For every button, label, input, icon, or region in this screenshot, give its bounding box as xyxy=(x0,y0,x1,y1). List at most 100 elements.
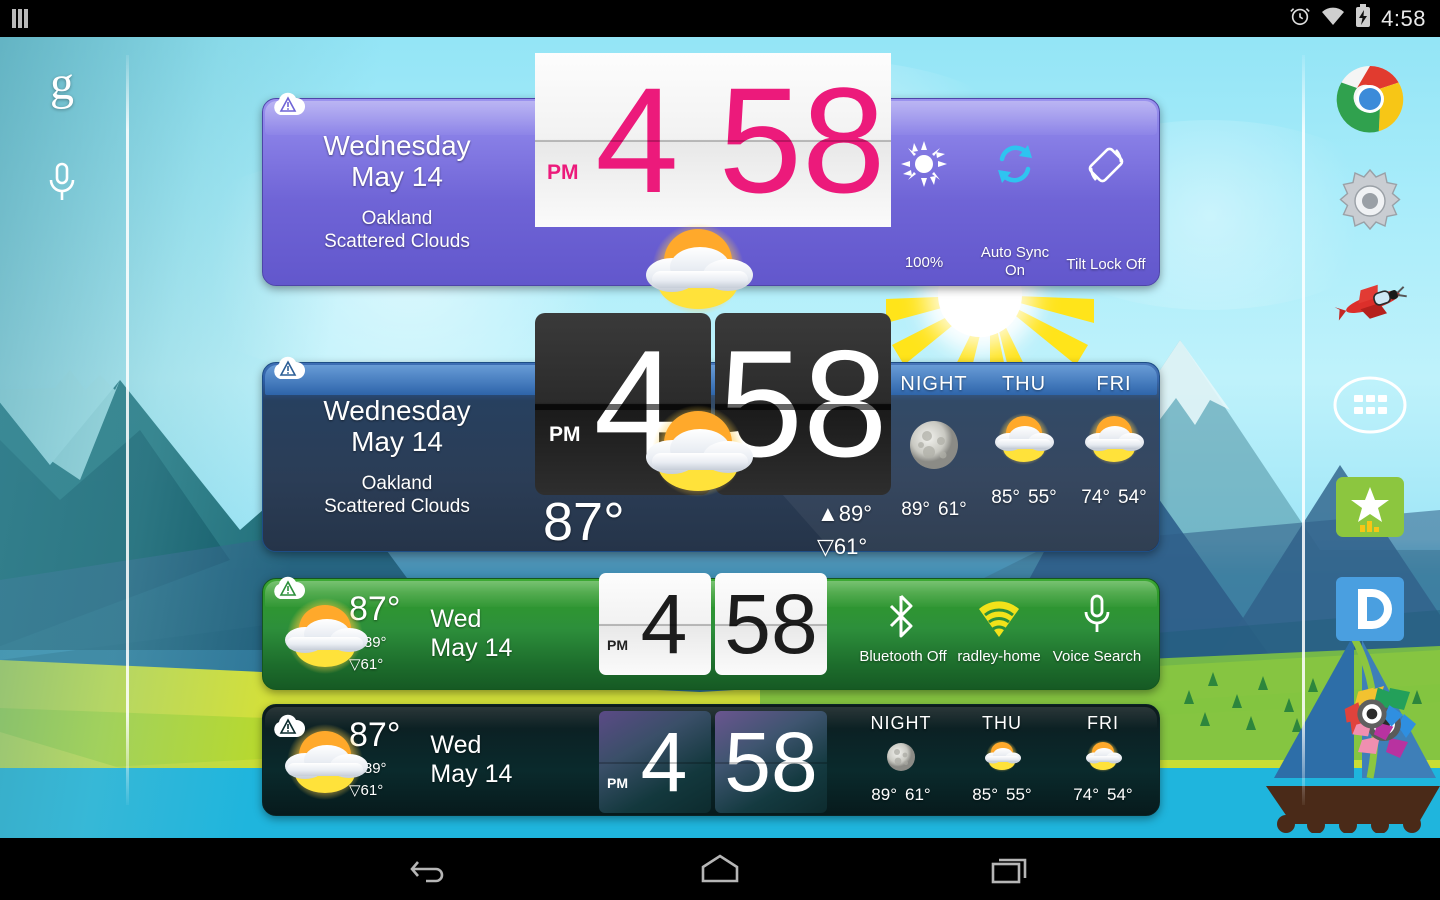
bluetooth-toggle[interactable]: Bluetooth Off xyxy=(855,593,951,665)
sun-behind-cloud-icon xyxy=(1079,736,1127,781)
voice-search-label: Voice Search xyxy=(1052,648,1142,665)
wifi-toggle[interactable]: radley-home xyxy=(951,593,1047,665)
meridiem-label: PM xyxy=(607,637,628,653)
flip-clock-white-small[interactable]: PM 4 58 xyxy=(599,573,827,675)
page-divider-right xyxy=(1302,55,1305,805)
widget2-current-temp: 87° xyxy=(543,492,625,552)
widget2-forecast[interactable]: NIGHT 89° 61° THU 85° 55° FRI 74° 54° xyxy=(889,373,1159,521)
voice-search-button[interactable]: Voice Search xyxy=(1047,593,1147,665)
sun-behind-cloud-icon xyxy=(1073,406,1155,477)
forecast-temps: 74° 54° xyxy=(1077,487,1150,509)
battery-charging-icon xyxy=(1355,4,1371,33)
forecast-day-label: THU xyxy=(982,713,1022,733)
forecast-high: 85° xyxy=(972,785,998,804)
recents-icon[interactable] xyxy=(980,847,1040,891)
forecast-temps: 85° 55° xyxy=(987,487,1060,509)
forecast-high: 74° xyxy=(1081,487,1110,508)
flip-minute: 58 xyxy=(724,577,818,671)
flip-hour-card[interactable]: PM 4 xyxy=(599,573,711,675)
forecast-day-label: FRI xyxy=(1096,373,1132,395)
wifi-ssid-label: radley-home xyxy=(957,648,1041,665)
sun-behind-cloud-icon xyxy=(983,406,1065,477)
star-chart-icon[interactable] xyxy=(1333,470,1407,544)
tilt-lock-toggle[interactable]: Tilt Lock Off xyxy=(1061,141,1151,280)
flip-clock-purple-small[interactable]: PM 4 58 xyxy=(599,711,827,813)
forecast-day-label: FRI xyxy=(1087,713,1119,733)
status-bar-clock: 4:58 xyxy=(1381,5,1426,31)
weather-widget-green[interactable]: 87° ▲89° ▽61° Wed May 14 Bluet xyxy=(262,573,1160,690)
forecast-low: 54° xyxy=(1107,785,1133,804)
weather-day-short: Wed xyxy=(430,604,482,633)
sun-behind-cloud-icon xyxy=(265,715,385,814)
weather-high: 89° xyxy=(838,501,873,526)
left-search-dock: g xyxy=(36,60,88,211)
weather-date: May 14 xyxy=(351,161,443,193)
brightness-toggle[interactable]: 100% xyxy=(879,141,969,280)
forecast-high: 89° xyxy=(901,499,930,520)
wifi-signal-icon xyxy=(976,593,1022,644)
app-drawer-icon[interactable] xyxy=(1333,368,1407,442)
forecast-item-fri[interactable]: FRI 74° 54° xyxy=(1057,713,1149,805)
weather-day-short: Wed xyxy=(430,730,482,759)
high-arrow-icon: ▲ xyxy=(817,501,839,526)
forecast-temps: 89° 61° xyxy=(867,785,934,805)
forecast-item-fri[interactable]: FRI 74° 54° xyxy=(1069,373,1159,521)
color-ring-icon[interactable] xyxy=(1333,674,1407,748)
letter-d-icon[interactable] xyxy=(1333,572,1407,646)
flip-hour: 4 xyxy=(640,715,688,809)
forecast-low: 54° xyxy=(1118,487,1147,508)
status-bar[interactable]: 4:58 xyxy=(0,0,1440,37)
widget3-connectivity-row[interactable]: Bluetooth Off radley-home Voice Search xyxy=(855,593,1147,665)
forecast-high: 74° xyxy=(1073,785,1099,804)
navigation-bar[interactable] xyxy=(0,838,1440,900)
widget2-high-low: ▲89° ▽61° xyxy=(817,497,872,563)
widget1-toggle-row[interactable]: 100% Auto Sync On Tilt Lock Off xyxy=(879,141,1151,280)
warning-badge-icon[interactable] xyxy=(271,355,306,381)
alarm-icon xyxy=(1289,5,1311,32)
back-icon[interactable] xyxy=(400,847,460,891)
forecast-item-thu[interactable]: THU 85° 55° xyxy=(979,373,1069,521)
auto-sync-label-line2: On xyxy=(1004,262,1025,279)
weather-condition: Scattered Clouds xyxy=(324,231,470,253)
forecast-high: 89° xyxy=(871,785,897,804)
auto-sync-toggle[interactable]: Auto Sync On xyxy=(969,141,1061,280)
forecast-item-night[interactable]: NIGHT 89° 61° xyxy=(855,713,947,805)
low-arrow-icon: ▽ xyxy=(817,534,834,559)
auto-sync-label-line1: Auto Sync xyxy=(980,244,1050,261)
system-status-icons[interactable]: 4:58 xyxy=(1289,4,1440,33)
flip-hour-card[interactable]: PM 4 xyxy=(599,711,711,813)
forecast-item-thu[interactable]: THU 85° 55° xyxy=(956,713,1048,805)
google-search-icon[interactable]: g xyxy=(50,60,74,108)
home-icon[interactable] xyxy=(690,847,750,891)
forecast-day-label: THU xyxy=(1001,373,1047,395)
flip-minute-card[interactable]: 58 xyxy=(715,711,827,813)
widget4-forecast[interactable]: NIGHT 89° 61° THU 85° 55° FRI 74° 54° xyxy=(855,713,1149,805)
chrome-icon[interactable] xyxy=(1333,62,1407,136)
weather-widget-purple[interactable]: Wednesday May 14 Oakland Scattered Cloud… xyxy=(262,53,1160,379)
airplane-icon[interactable] xyxy=(1333,266,1407,340)
warning-badge-icon[interactable] xyxy=(271,91,306,117)
sun-behind-cloud-icon xyxy=(618,391,778,516)
brightness-label: 100% xyxy=(904,254,944,271)
forecast-item-night[interactable]: NIGHT 89° 61° xyxy=(889,373,979,521)
flip-minute-card[interactable]: 58 xyxy=(715,573,827,675)
sun-behind-cloud-icon xyxy=(265,589,385,688)
meridiem-label: PM xyxy=(607,775,628,791)
notification-area[interactable] xyxy=(0,9,28,28)
weather-date: May 14 xyxy=(430,760,513,788)
sun-behind-cloud-icon xyxy=(978,736,1026,781)
page-divider-left xyxy=(126,55,129,805)
right-app-dock xyxy=(1320,62,1420,748)
weather-widget-dark[interactable]: 87° ▲89° ▽61° Wed May 14 PM 4 58 xyxy=(262,704,1160,816)
tilt-lock-label: Tilt Lock Off xyxy=(1066,256,1146,273)
flip-minute-card[interactable]: 58 xyxy=(713,53,891,227)
forecast-temps: 89° 61° xyxy=(897,499,970,521)
weather-widget-darkblue[interactable]: Wednesday May 14 Oakland Scattered Cloud… xyxy=(262,313,1160,559)
flip-hour-card[interactable]: PM 4 xyxy=(535,53,713,227)
widget2-date-location: Wednesday May 14 Oakland Scattered Cloud… xyxy=(263,363,531,551)
flip-minute: 58 xyxy=(718,56,886,224)
flip-clock-white[interactable]: PM 4 58 xyxy=(535,53,891,227)
microphone-icon[interactable] xyxy=(45,160,79,211)
auto-sync-icon xyxy=(992,141,1038,192)
settings-gear-icon[interactable] xyxy=(1333,164,1407,238)
